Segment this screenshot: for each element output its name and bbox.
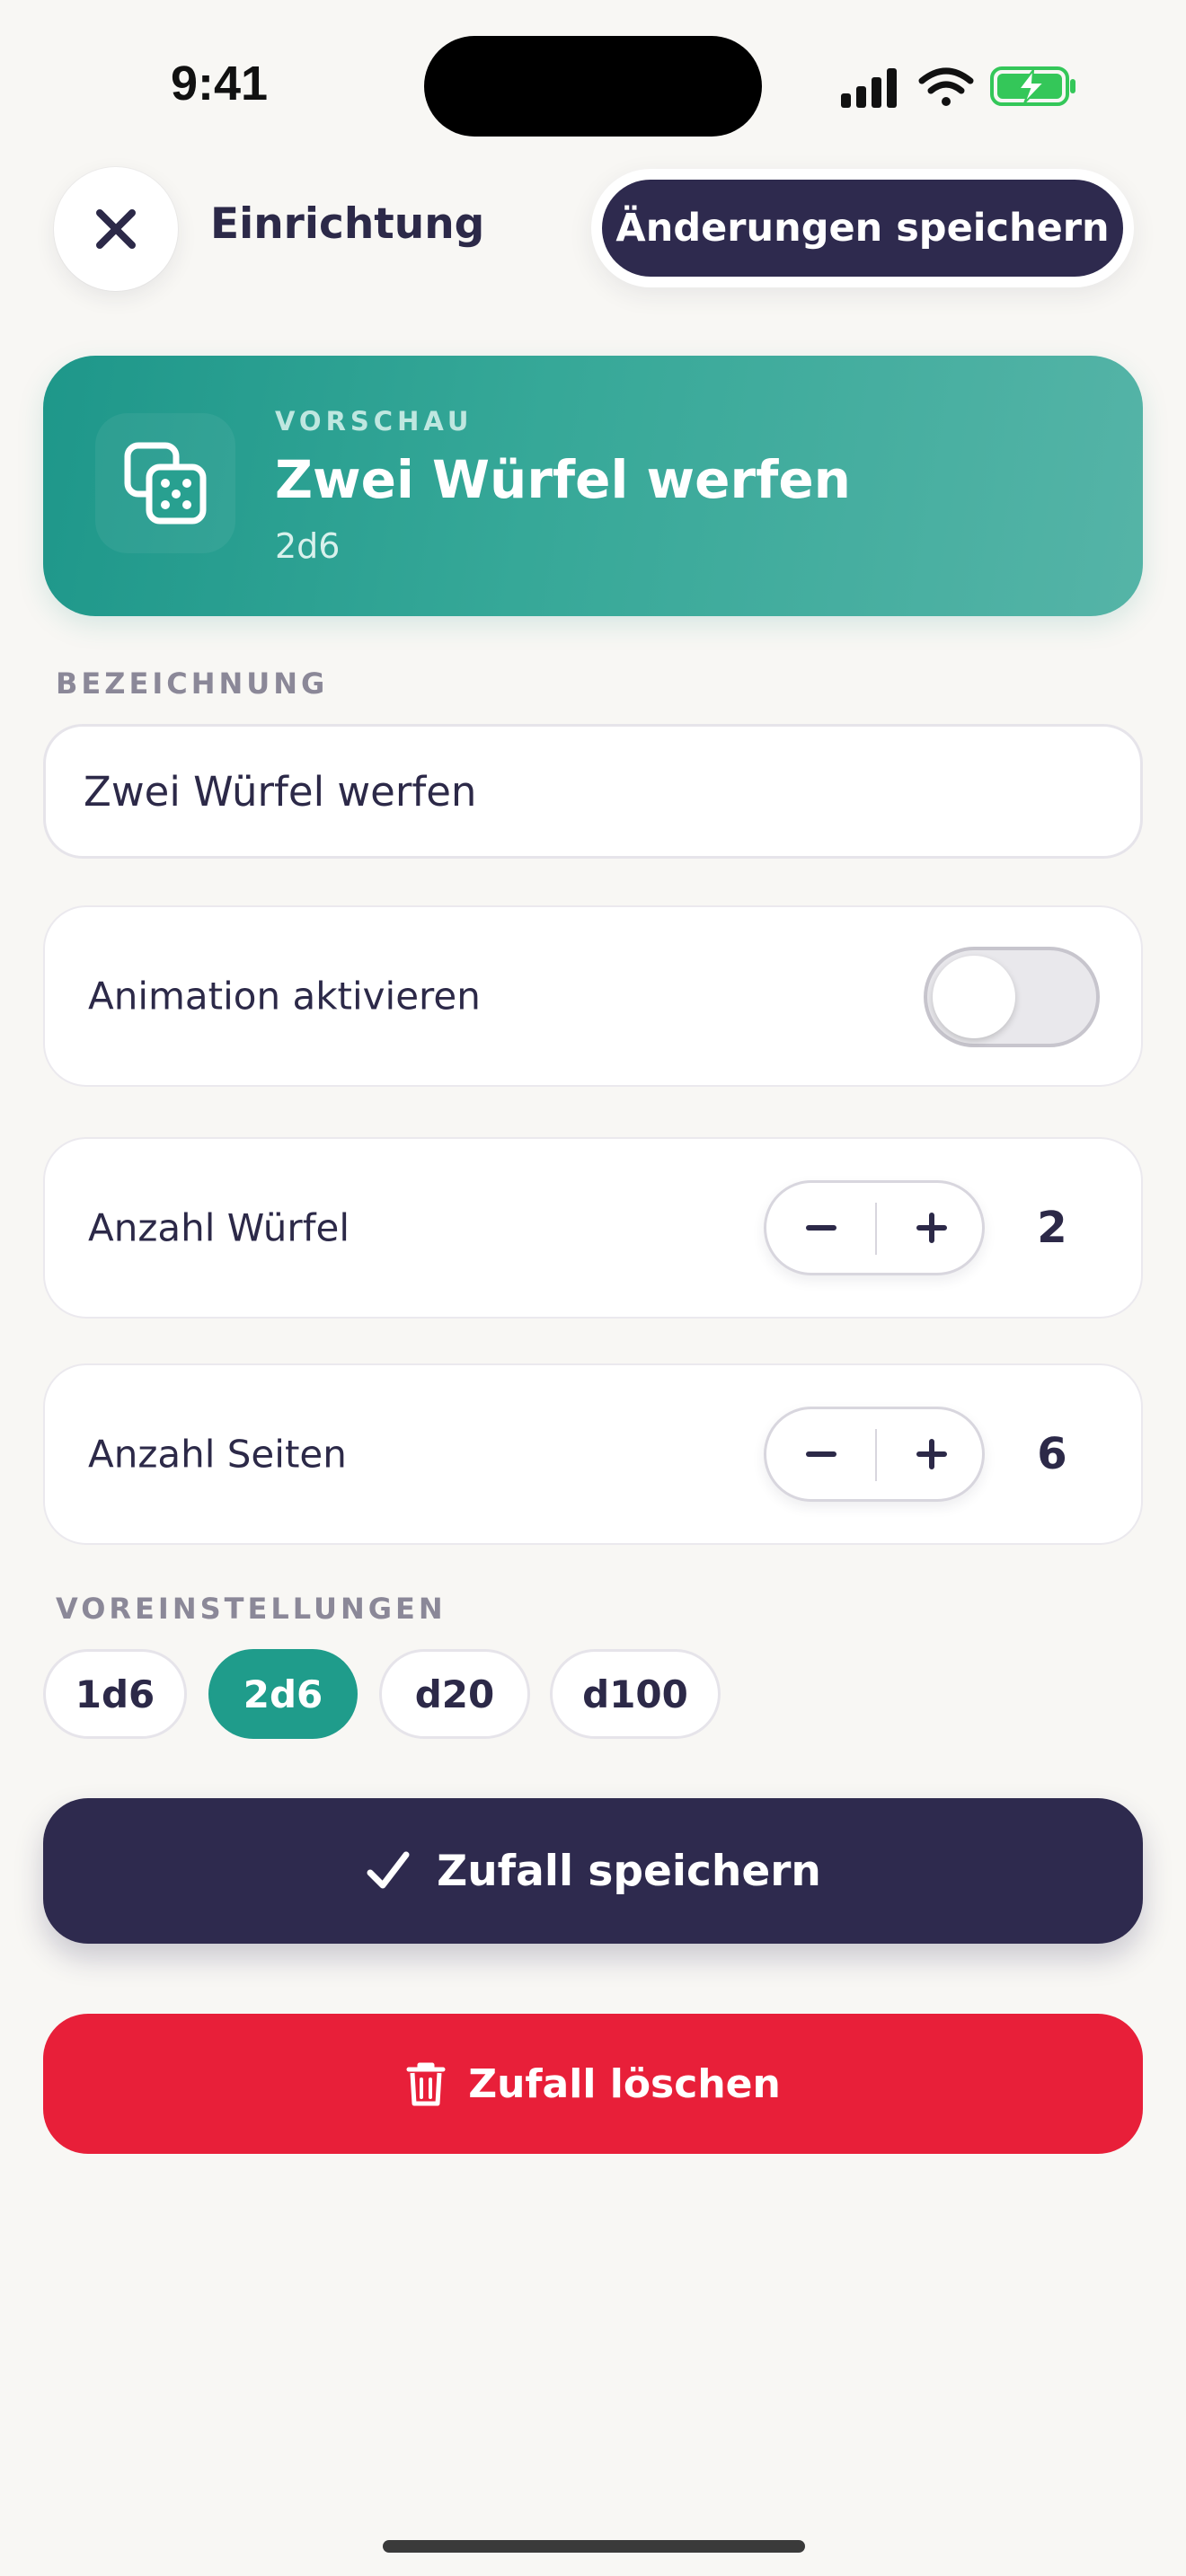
save-random-button[interactable]: Zufall speichern [43, 1798, 1143, 1944]
dice-sides-decrement-button[interactable] [766, 1409, 875, 1499]
name-input[interactable]: Zwei Würfel werfen [43, 724, 1143, 859]
page-title: Einrichtung [210, 199, 485, 249]
dynamic-island [424, 36, 762, 137]
save-changes-container: Änderungen speichern [591, 169, 1134, 287]
animation-toggle[interactable] [924, 947, 1100, 1047]
dice-sides-label: Anzahl Seiten [88, 1432, 347, 1477]
dice-count-decrement-button[interactable] [766, 1183, 875, 1273]
wifi-icon [918, 67, 974, 106]
close-icon [96, 209, 136, 249]
delete-random-button[interactable]: Zufall löschen [43, 2014, 1143, 2154]
minus-icon [805, 1451, 836, 1457]
checkmark-icon [367, 1851, 410, 1889]
preset-chip-d20[interactable]: d20 [379, 1649, 530, 1739]
dice-sides-value: 6 [1037, 1429, 1067, 1479]
status-icons [841, 66, 1075, 108]
minus-icon [805, 1225, 836, 1231]
save-random-label: Zufall speichern [437, 1846, 821, 1896]
dice-sides-row: Anzahl Seiten 6 [43, 1363, 1143, 1545]
save-changes-button[interactable]: Änderungen speichern [602, 180, 1123, 277]
presets-section-label: VOREINSTELLUNGEN [56, 1592, 447, 1626]
animation-label: Animation aktivieren [88, 974, 481, 1019]
preview-title: Zwei Würfel werfen [275, 449, 851, 510]
trash-icon [406, 2062, 446, 2106]
toggle-knob [933, 956, 1015, 1038]
dice-count-value: 2 [1037, 1203, 1067, 1253]
animation-row: Animation aktivieren [43, 905, 1143, 1087]
dice-icon [124, 442, 207, 525]
dice-sides-increment-button[interactable] [877, 1409, 986, 1499]
preset-chip-d100[interactable]: d100 [550, 1649, 721, 1739]
plus-icon [916, 1213, 947, 1243]
home-indicator[interactable] [383, 2540, 805, 2553]
preview-kicker: VORSCHAU [275, 406, 474, 437]
dice-count-stepper [764, 1180, 985, 1275]
battery-charging-icon [990, 66, 1075, 106]
close-button[interactable] [54, 167, 178, 291]
screen: 9:41 Einrichtung Änderungen speichern VO… [0, 0, 1186, 2576]
name-section-label: BEZEICHNUNG [56, 666, 329, 701]
preview-icon-tile [95, 413, 235, 553]
signal-icon [841, 68, 897, 108]
preview-card: VORSCHAU Zwei Würfel werfen 2d6 [43, 356, 1143, 616]
status-time: 9:41 [171, 57, 269, 110]
delete-random-label: Zufall löschen [468, 2060, 781, 2107]
dice-count-increment-button[interactable] [877, 1183, 986, 1273]
dice-count-label: Anzahl Würfel [88, 1205, 350, 1250]
dice-sides-stepper [764, 1407, 985, 1502]
dice-count-row: Anzahl Würfel 2 [43, 1137, 1143, 1319]
preset-chip-2d6[interactable]: 2d6 [208, 1649, 358, 1739]
preview-notation: 2d6 [275, 526, 341, 566]
plus-icon [916, 1439, 947, 1469]
preset-chip-1d6[interactable]: 1d6 [43, 1649, 187, 1739]
